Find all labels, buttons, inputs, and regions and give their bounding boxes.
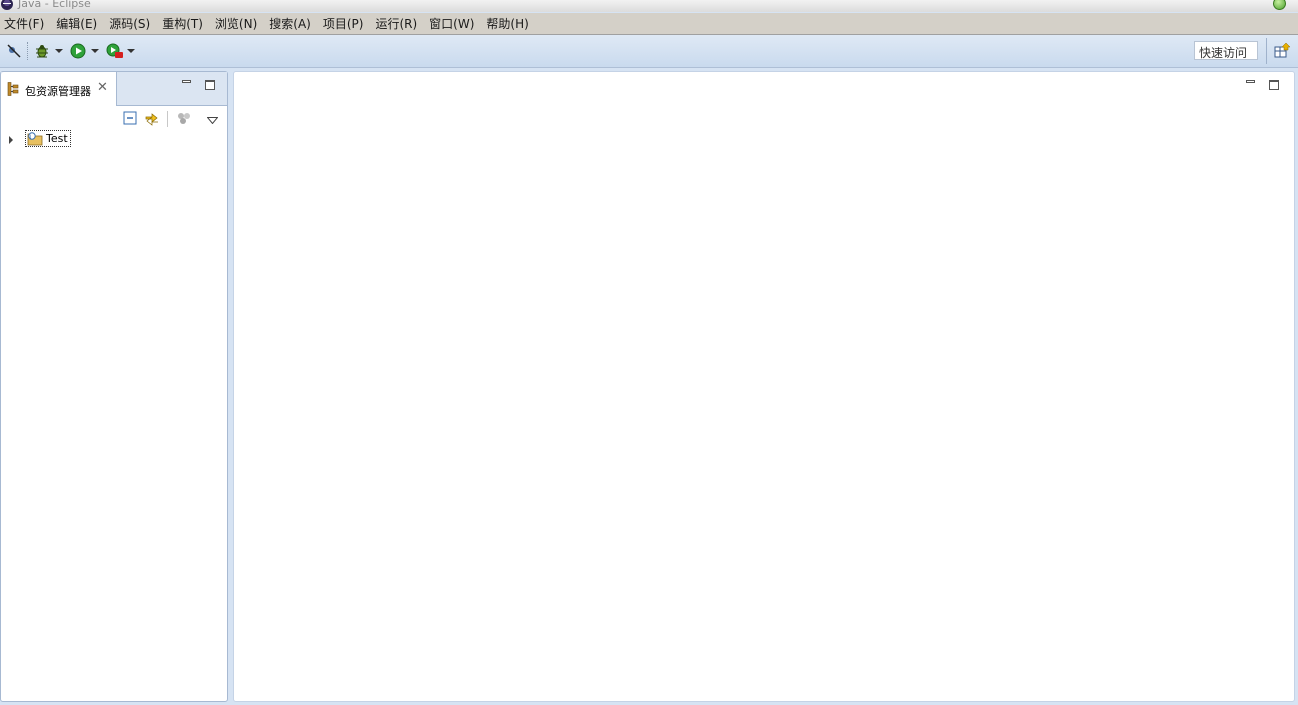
menu-navigate[interactable]: 浏览(N) <box>210 15 264 32</box>
menu-project[interactable]: 项目(P) <box>318 15 371 32</box>
menu-search[interactable]: 搜索(A) <box>264 15 318 32</box>
package-explorer-panel: 包资源管理器 ✕ J Test <box>0 71 228 702</box>
external-tools-dropdown-icon[interactable] <box>127 49 135 53</box>
debug-icon[interactable] <box>34 43 50 59</box>
external-tools-icon[interactable] <box>106 43 124 59</box>
open-perspective-icon[interactable] <box>1272 42 1294 62</box>
run-dropdown-icon[interactable] <box>91 49 99 53</box>
maximize-view-icon[interactable] <box>205 80 215 90</box>
run-icon[interactable] <box>70 43 86 59</box>
menu-run[interactable]: 运行(R) <box>370 15 424 32</box>
view-toolbar-separator <box>167 111 168 127</box>
menu-bar: 文件(F) 编辑(E) 源码(S) 重构(T) 浏览(N) 搜索(A) 项目(P… <box>0 13 1298 35</box>
menu-file[interactable]: 文件(F) <box>0 15 51 32</box>
minimize-editor-icon[interactable] <box>1246 77 1256 87</box>
editor-area[interactable] <box>233 71 1295 702</box>
title-bar: Java - Eclipse <box>0 0 1298 12</box>
debug-dropdown-icon[interactable] <box>55 49 63 53</box>
tree-item-label: Test <box>46 132 68 145</box>
java-project-icon: J <box>27 131 45 149</box>
skip-breakpoints-icon[interactable] <box>6 43 22 59</box>
eclipse-logo-icon <box>1 0 13 10</box>
view-toolbar <box>1 106 227 132</box>
package-explorer-tabbar: 包资源管理器 ✕ <box>1 72 227 106</box>
expand-arrow-icon[interactable] <box>9 136 13 144</box>
window-title: Java - Eclipse <box>18 0 91 10</box>
maximize-editor-icon[interactable] <box>1269 80 1279 90</box>
menu-window[interactable]: 窗口(W) <box>424 15 481 32</box>
menu-refactor[interactable]: 重构(T) <box>157 15 210 32</box>
collapse-all-icon[interactable] <box>123 111 137 128</box>
menu-source[interactable]: 源码(S) <box>104 15 157 32</box>
view-menu-icon[interactable] <box>206 113 219 127</box>
window-control-button[interactable] <box>1273 0 1286 10</box>
menu-edit[interactable]: 编辑(E) <box>51 15 104 32</box>
link-with-editor-icon[interactable] <box>144 111 160 130</box>
filters-icon[interactable] <box>176 111 192 128</box>
minimize-view-icon[interactable] <box>182 77 192 87</box>
tree-item-test-project[interactable]: J Test <box>25 130 71 147</box>
tab-label: 包资源管理器 <box>25 85 91 98</box>
quick-access-field[interactable]: 快速访问 <box>1194 41 1258 60</box>
toolbar-separator <box>27 42 29 60</box>
menu-help[interactable]: 帮助(H) <box>481 15 535 32</box>
close-tab-icon[interactable]: ✕ <box>97 81 108 94</box>
main-toolbar <box>0 35 1298 68</box>
svg-text:J: J <box>29 135 31 141</box>
tab-package-explorer[interactable]: 包资源管理器 ✕ <box>1 72 117 106</box>
toolbar-separator <box>1266 38 1267 64</box>
package-explorer-icon <box>7 82 19 99</box>
